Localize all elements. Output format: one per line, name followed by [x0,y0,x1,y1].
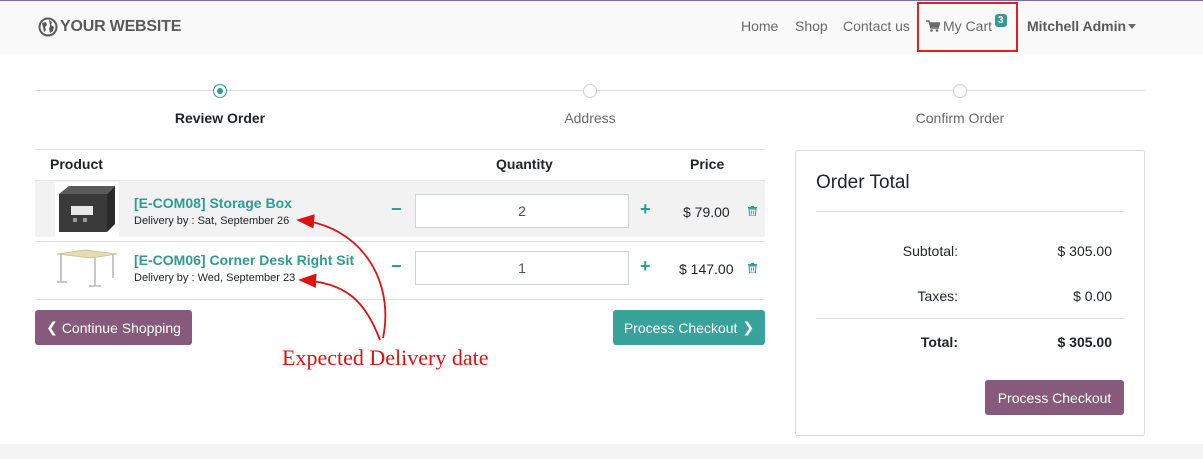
column-header-quantity: Quantity [496,156,553,172]
cart-label: My Cart [943,18,992,34]
product-image-corner-desk[interactable] [55,244,119,300]
nav-contact-link[interactable]: Contact us [843,18,910,34]
quantity-input[interactable]: 1 [415,251,629,285]
caret-down-icon[interactable] [1128,24,1136,29]
column-header-price: Price [690,156,725,172]
subtotal-value: $ 305.00 [1057,243,1113,259]
card-divider [816,318,1125,319]
column-header-product: Product [50,156,103,172]
order-total-title: Order Total [816,172,910,193]
step-label-confirm: Confirm Order [915,110,1005,126]
step-dot-review [213,84,227,98]
table-bottom-border [35,299,765,300]
user-menu[interactable]: Mitchell Admin [1027,18,1126,34]
table-top-border [35,149,765,150]
continue-shopping-label: Continue Shopping [61,319,181,336]
nav-shop-link[interactable]: Shop [795,18,828,34]
delivery-date: Delivery by : Sat, September 26 [134,215,290,227]
continue-shopping-button[interactable]: ❮ Continue Shopping [35,310,192,345]
brand-logo[interactable]: YOUR WEBSITE [38,17,181,37]
line-price: $ 147.00 [679,261,734,277]
footer [0,444,1203,459]
chevron-left-icon: ❮ [46,319,58,335]
quantity-input[interactable]: 2 [415,194,629,228]
quantity-decrease-button[interactable]: − [391,199,402,220]
step-dot-address [583,84,597,98]
process-checkout-label: Process Checkout [623,319,738,336]
quantity-increase-button[interactable]: + [640,199,651,220]
card-process-checkout-button[interactable]: Process Checkout [985,380,1124,415]
step-dot-confirm [953,84,967,98]
brand-name: YOUR WEBSITE [60,18,182,35]
my-cart-link[interactable]: My Cart [926,18,992,34]
trash-icon[interactable] [748,206,757,216]
nav-home-link[interactable]: Home [741,18,778,34]
taxes-label: Taxes: [917,288,958,304]
cart-icon [926,20,940,32]
step-label-review: Review Order [174,110,266,126]
annotation-label: Expected Delivery date [282,345,489,370]
total-value: $ 305.00 [1057,334,1113,350]
trash-icon[interactable] [748,263,757,273]
process-checkout-button[interactable]: Process Checkout ❯ [613,310,765,345]
product-link[interactable]: [E-COM06] Corner Desk Right Sit [134,252,354,268]
taxes-value: $ 0.00 [1073,288,1112,304]
chevron-right-icon: ❯ [742,319,755,335]
quantity-increase-button[interactable]: + [640,256,651,277]
delivery-date: Delivery by : Wed, September 23 [134,272,296,284]
quantity-decrease-button[interactable]: − [391,256,402,277]
product-link[interactable]: [E-COM08] Storage Box [134,195,292,211]
product-image-storage-box[interactable] [55,182,119,238]
card-process-checkout-label: Process Checkout [997,389,1112,406]
step-label-address: Address [564,110,616,126]
total-label: Total: [920,334,958,350]
globe-icon [38,17,58,37]
subtotal-label: Subtotal: [902,243,958,259]
card-divider [816,211,1125,212]
line-price: $ 79.00 [683,204,730,220]
cart-count-badge: 3 [995,14,1007,27]
